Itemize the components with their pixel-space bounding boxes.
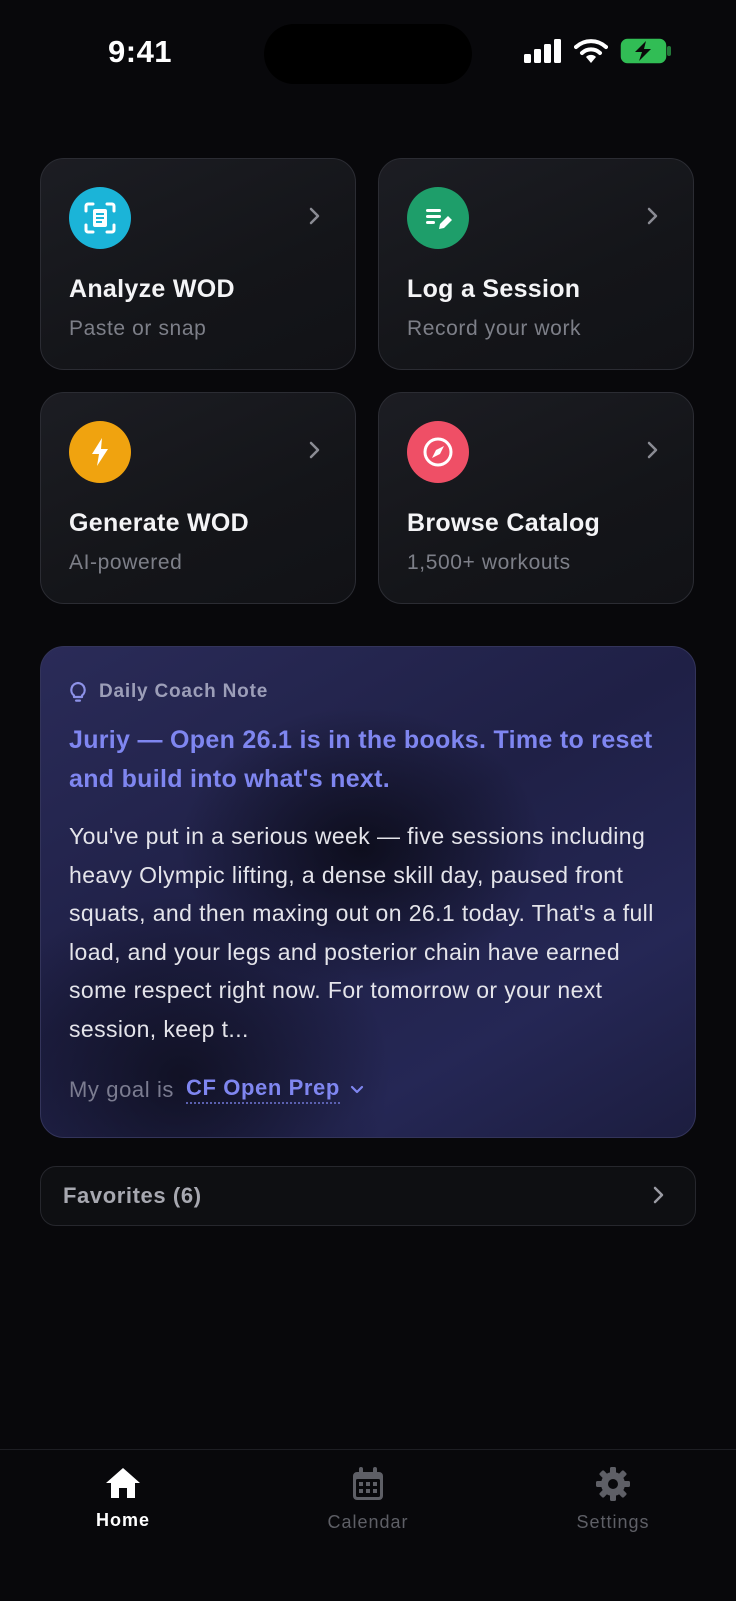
status-bar: 9:41 [0,0,736,110]
tab-label: Calendar [327,1512,409,1532]
tile-subtitle: Paste or snap [69,317,207,340]
chevron-down-icon[interactable] [350,1085,364,1095]
chevron-right-icon [647,207,658,225]
coach-note-headline: Juriy — Open 26.1 is in the books. Time … [69,726,653,793]
generate-wod-tile[interactable]: Generate WOD AI-powered [40,392,356,604]
tile-subtitle: Record your work [407,317,582,340]
goal-selector[interactable]: CF Open Prep [186,1075,340,1104]
tab-label: Home [95,1510,150,1530]
tile-title: Generate WOD [69,509,250,537]
status-time: 9:41 [108,34,173,69]
tile-title: Analyze WOD [69,275,235,303]
dynamic-island [264,24,472,84]
wifi-icon [574,39,608,63]
goal-prefix: My goal is [69,1076,175,1102]
gear-icon [596,1467,630,1501]
tab-calendar[interactable]: Calendar [298,1466,438,1533]
chevron-right-icon [647,441,658,459]
log-session-tile[interactable]: Log a Session Record your work [378,158,694,370]
tile-subtitle: AI-powered [69,551,183,574]
favorites-row[interactable]: Favorites (6) [40,1166,696,1226]
lightbulb-icon [70,681,86,702]
tile-title: Browse Catalog [407,509,601,537]
lightning-icon [69,421,131,483]
coach-note-label: Daily Coach Note [99,681,269,702]
coach-note-header: Daily Coach Note [69,681,268,703]
tab-settings[interactable]: Settings [543,1466,683,1533]
battery-charging-icon [620,38,671,64]
chevron-right-icon [309,441,320,459]
edit-notes-icon [407,187,469,249]
analyze-wod-tile[interactable]: Analyze WOD Paste or snap [40,158,356,370]
tab-label: Settings [576,1512,650,1532]
daily-coach-note-card[interactable]: Daily Coach Note Juriy — Open 26.1 is in… [40,646,696,1138]
scan-document-icon [69,187,131,249]
status-icons [524,38,672,64]
tile-subtitle: 1,500+ workouts [407,551,571,574]
tile-title: Log a Session [407,275,581,303]
compass-icon [407,421,469,483]
browse-catalog-tile[interactable]: Browse Catalog 1,500+ workouts [378,392,694,604]
goal-row: My goal is CF Open Prep [69,1075,364,1104]
home-icon [106,1468,140,1498]
tab-bar: Home Calendar Settings [0,1449,736,1601]
tab-home[interactable]: Home [53,1466,193,1531]
favorites-label: Favorites (6) [63,1183,202,1208]
signal-icon [524,39,561,63]
chevron-right-icon [309,207,320,225]
calendar-icon [353,1467,383,1500]
chevron-right-icon [653,1186,664,1204]
coach-note-body: You've put in a serious week — five sess… [69,823,654,1042]
